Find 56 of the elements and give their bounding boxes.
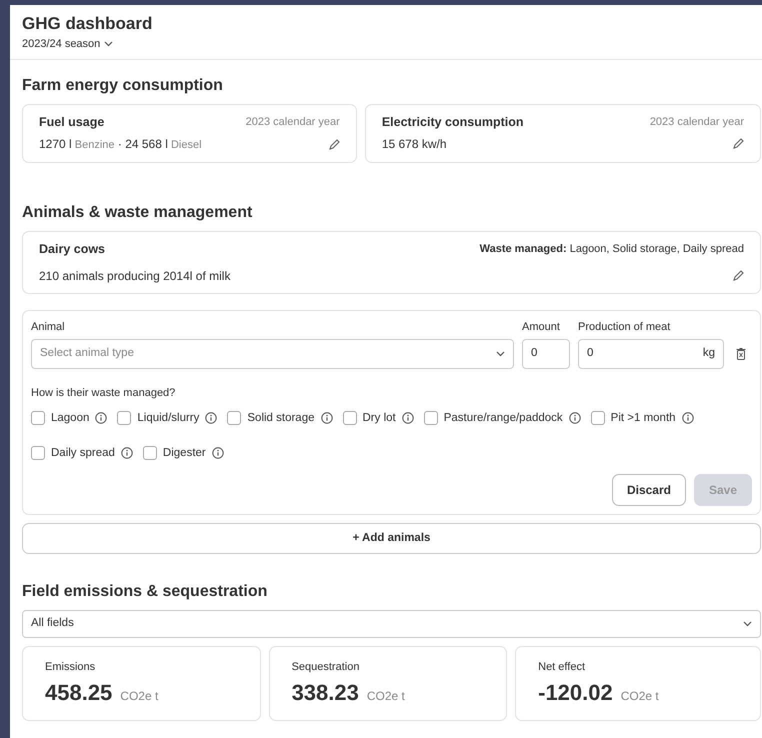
metric-unit: CO2e t <box>366 688 405 704</box>
info-icon[interactable] <box>568 412 581 424</box>
chevron-down-icon[interactable] <box>496 351 505 357</box>
metric-unit: CO2e t <box>120 688 158 704</box>
metric-label: Sequestration <box>292 660 360 675</box>
period-label: 2023 calendar year <box>650 114 744 130</box>
info-icon[interactable] <box>320 412 332 424</box>
info-icon[interactable] <box>682 412 694 424</box>
chevron-down-icon[interactable] <box>743 621 752 627</box>
trash-icon[interactable] <box>736 348 746 360</box>
metric-label: Emissions <box>45 660 96 675</box>
field-label: Production of meat <box>578 320 672 334</box>
waste-option-checkbox[interactable]: Digester <box>142 444 224 462</box>
metric-value: 458.25 <box>45 680 112 706</box>
metric-value: -120.02 <box>538 680 613 706</box>
card-title: Fuel usage <box>39 114 104 131</box>
page-title: GHG dashboard <box>22 13 154 34</box>
card-title: Electricity consumption <box>382 114 524 131</box>
waste-summary: Waste managed: Lagoon, Solid storage, Daily spread <box>480 242 744 257</box>
fields-select[interactable]: All fields <box>22 610 761 638</box>
info-icon[interactable] <box>205 412 218 424</box>
animal-select[interactable]: Select animal type <box>31 339 514 369</box>
chevron-down-icon[interactable] <box>104 41 114 48</box>
waste-option-checkbox[interactable]: Solid storage <box>227 410 332 427</box>
pencil-icon[interactable] <box>732 138 744 150</box>
section-heading: Field emissions & sequestration <box>22 582 268 602</box>
reading-text: 1270 l Benzine · 24 568 l Diesel <box>39 136 202 154</box>
period-label: 2023 calendar year <box>246 114 340 130</box>
section-heading: Animals & waste management <box>22 202 254 223</box>
herd-name: Dairy cows <box>39 240 106 258</box>
metric-value: 338.23 <box>292 680 359 706</box>
waste-option-checkbox[interactable]: Lagoon <box>31 410 108 427</box>
metric-label: Net effect <box>538 660 586 675</box>
reading-text: 15 678 kw/h <box>382 136 447 154</box>
field-label: Amount <box>522 320 561 334</box>
amount-input[interactable]: 0 <box>522 339 570 369</box>
field-label: Animal <box>31 320 66 334</box>
section-heading: Farm energy consumption <box>22 76 224 96</box>
production-input[interactable]: 0 kg <box>578 339 724 369</box>
waste-option-checkbox[interactable]: Pasture/range/paddock <box>424 410 581 427</box>
season-dropdown[interactable]: 2023/24 season <box>22 36 114 52</box>
waste-option-checkbox[interactable]: Daily spread <box>31 444 133 462</box>
info-icon[interactable] <box>402 412 414 424</box>
waste-question: How is their waste managed? <box>31 386 176 401</box>
waste-option-checkbox[interactable]: Dry lot <box>342 410 414 427</box>
discard-button[interactable]: Discard <box>612 474 686 506</box>
herd-summary: 210 animals producing 2014l of milk <box>39 268 230 284</box>
pencil-icon[interactable] <box>328 138 340 150</box>
pencil-icon[interactable] <box>732 270 744 282</box>
info-icon[interactable] <box>95 412 108 424</box>
add-animals-button[interactable]: + Add animals <box>22 523 761 554</box>
waste-option-checkbox[interactable]: Pit >1 month <box>590 410 694 427</box>
info-icon[interactable] <box>212 447 224 460</box>
waste-option-checkbox[interactable]: Liquid/slurry <box>117 410 218 427</box>
metric-unit: CO2e t <box>620 688 659 704</box>
info-icon[interactable] <box>120 447 133 460</box>
